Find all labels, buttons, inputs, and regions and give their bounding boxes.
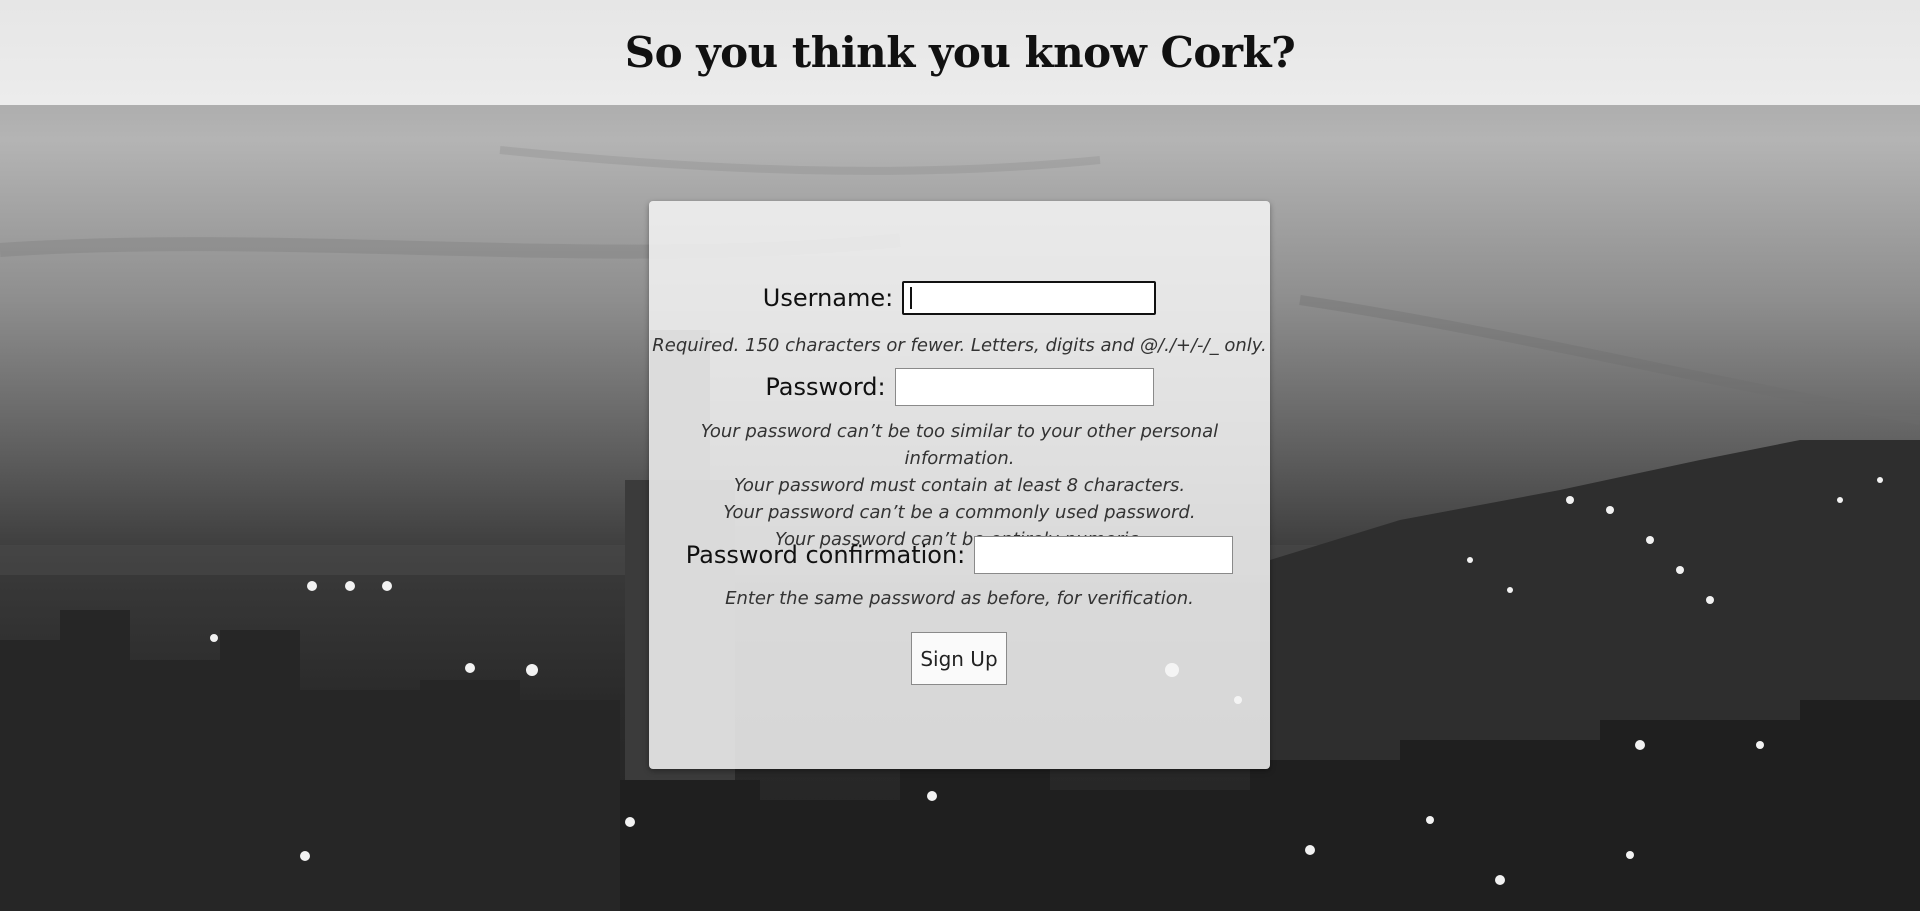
sign-up-button[interactable]: Sign Up bbox=[911, 632, 1007, 685]
password-input[interactable] bbox=[894, 368, 1154, 406]
password-confirmation-label: Password confirmation: bbox=[685, 541, 966, 569]
text-caret bbox=[910, 287, 913, 309]
password-help-line: Your password can’t be a commonly used p… bbox=[723, 502, 1196, 523]
page-title: So you think you know Cork? bbox=[624, 28, 1296, 77]
page-header: So you think you know Cork? bbox=[0, 0, 1920, 105]
password-label: Password: bbox=[765, 373, 886, 401]
password-help-line: Your password can’t be too similar to yo… bbox=[700, 421, 1219, 469]
password-confirmation-help-text: Enter the same password as before, for v… bbox=[725, 588, 1194, 609]
username-help-text: Required. 150 characters or fewer. Lette… bbox=[652, 335, 1267, 356]
password-help-text: Your password can’t be too similar to yo… bbox=[649, 418, 1270, 553]
username-row: Username: bbox=[649, 281, 1270, 315]
password-help-line: Your password must contain at least 8 ch… bbox=[733, 475, 1186, 496]
password-row: Password: bbox=[649, 368, 1270, 406]
username-label: Username: bbox=[762, 284, 894, 312]
password-confirmation-input[interactable] bbox=[974, 536, 1234, 574]
signup-form: Username: Required. 150 characters or fe… bbox=[649, 201, 1270, 769]
password-confirmation-row: Password confirmation: bbox=[649, 536, 1270, 574]
username-input[interactable] bbox=[902, 281, 1157, 315]
